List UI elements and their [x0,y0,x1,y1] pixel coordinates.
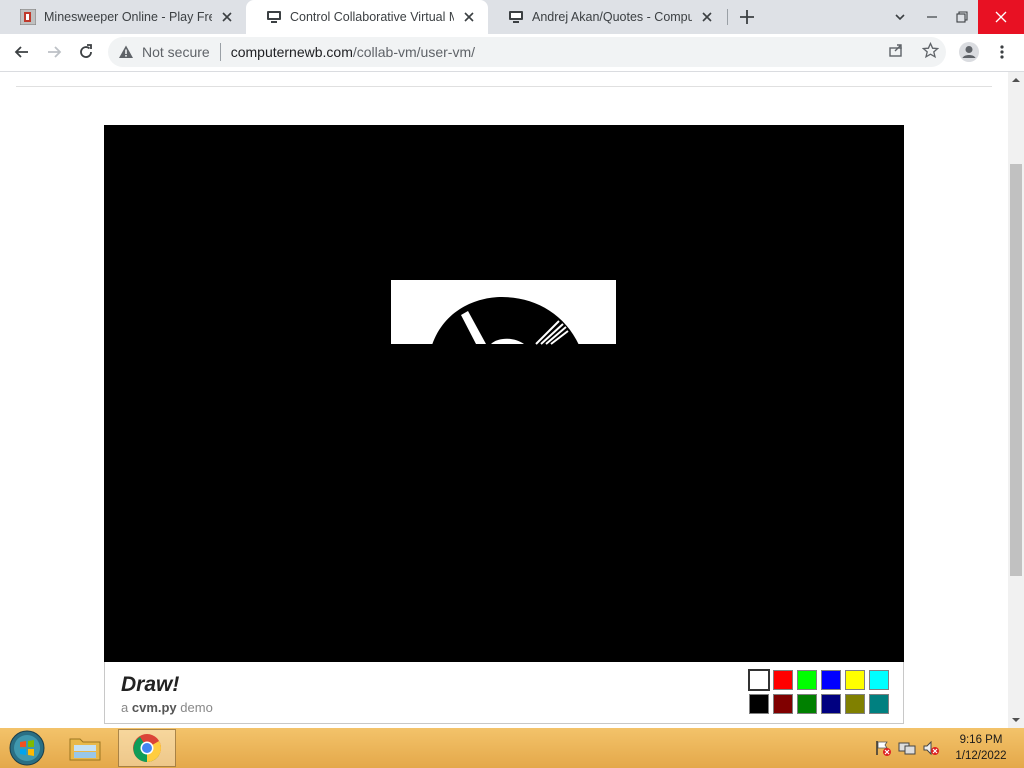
action-center-flag-icon[interactable] [874,740,892,756]
window-close-button[interactable] [978,0,1024,34]
chevron-down-icon [895,14,905,21]
back-button[interactable] [8,38,36,66]
more-vert-icon [1000,45,1004,59]
share-icon [889,44,902,57]
scroll-down-button[interactable] [1008,712,1024,728]
security-label[interactable]: Not secure [142,44,210,60]
vm-canvas[interactable] [104,125,904,662]
chrome-icon [133,734,161,762]
warning-icon[interactable] [118,44,134,60]
tab-title: Minesweeper Online - Play Free Online Mi… [44,10,212,24]
tab-strip: Minesweeper Online - Play Free Online Mi… [0,0,1024,34]
restore-icon [956,11,968,23]
computernewb-favicon [267,11,281,23]
arrow-right-icon [48,46,62,58]
tab-control-collaborative-vm[interactable]: Control Collaborative Virtual Machines [246,0,488,34]
color-swatch-9[interactable] [821,694,841,714]
volume-muted-icon[interactable] [922,740,940,756]
app-title: Draw! [121,673,180,696]
color-swatch-1[interactable] [773,670,793,690]
color-swatch-8[interactable] [797,694,817,714]
close-icon[interactable] [698,8,716,26]
subtitle-bold: cvm.py [131,700,177,715]
arrow-left-icon [14,46,28,58]
color-swatch-11[interactable] [869,694,889,714]
browser-toolbar: Not secure computernewb.com/collab-vm/us… [0,34,1024,72]
system-clock[interactable]: 9:16 PM 1/12/2022 [948,732,1014,764]
triangle-down-icon [1012,718,1020,722]
vm-screen[interactable] [104,125,904,662]
color-swatch-4[interactable] [845,670,865,690]
start-button[interactable] [4,729,50,767]
address-bar[interactable]: Not secure computernewb.com/collab-vm/us… [108,37,946,67]
restore-button[interactable] [946,0,978,34]
computernewb-favicon [509,11,523,23]
tab-separator [727,9,728,25]
folder-icon [69,738,101,761]
tab-andrej-akan-quotes[interactable]: Andrej Akan/Quotes - Computernewb Wiki [488,0,726,34]
star-icon [921,41,939,58]
profile-button[interactable] [955,38,983,66]
close-icon [995,11,1007,23]
menu-button[interactable] [988,38,1016,66]
vm-footer: Draw! a cvm.py demo [104,662,904,724]
page-scrollbar[interactable] [1008,72,1024,728]
minesweeper-favicon [20,9,36,25]
network-icon[interactable] [898,740,916,756]
url-text[interactable]: computernewb.com/collab-vm/user-vm/ [231,44,475,60]
page-content: Draw! a cvm.py demo [0,72,1008,728]
subtitle-suffix: demo [180,700,213,715]
avatar-icon [959,42,979,62]
new-tab-button[interactable] [737,7,757,27]
color-swatch-7[interactable] [773,694,793,714]
color-swatch-6[interactable] [749,694,769,714]
windows-taskbar: 9:16 PM 1/12/2022 [0,728,1024,768]
triangle-up-icon [1012,78,1020,82]
url-path: /collab-vm/user-vm/ [352,44,476,60]
color-swatch-3[interactable] [821,670,841,690]
reload-button[interactable] [72,38,100,66]
clock-date: 1/12/2022 [955,750,1007,762]
scrollbar-thumb[interactable] [1010,164,1022,576]
taskbar-chrome[interactable] [118,729,176,767]
minimize-icon [927,16,937,18]
taskbar-explorer[interactable] [60,729,110,767]
tab-title: Control Collaborative Virtual Machines [290,10,454,24]
subtitle-prefix: a [121,700,129,715]
color-swatch-5[interactable] [869,670,889,690]
close-icon[interactable] [460,8,478,26]
tab-title: Andrej Akan/Quotes - Computernewb Wiki [532,10,692,24]
bookmark-button[interactable] [920,40,940,60]
color-palette [748,669,889,714]
share-button[interactable] [886,40,906,60]
app-subtitle: a cvm.py demo [121,700,213,715]
scroll-up-button[interactable] [1008,72,1024,88]
minimize-button[interactable] [916,0,948,34]
url-domain: computernewb.com [230,44,353,60]
color-swatch-0[interactable] [748,669,770,691]
forward-button[interactable] [40,38,68,66]
tab-minesweeper[interactable]: Minesweeper Online - Play Free Online Mi… [0,0,246,34]
color-swatch-10[interactable] [845,694,865,714]
tab-search-button[interactable] [884,0,916,34]
close-icon[interactable] [218,8,236,26]
color-swatch-2[interactable] [797,670,817,690]
windows-orb-icon [9,730,45,766]
omnibox-divider [219,43,221,61]
reload-icon [80,44,92,58]
horizontal-divider [16,86,992,87]
clock-time: 9:16 PM [959,734,1003,746]
